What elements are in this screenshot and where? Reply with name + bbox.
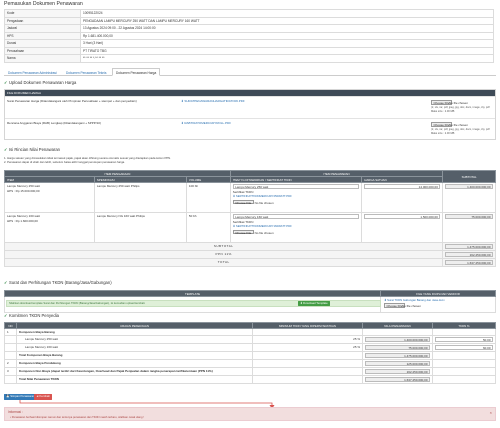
alert-title: Informasi : xyxy=(8,410,23,414)
page: Pemasukan Dokumen Penawaran Kode 10095122… xyxy=(0,0,500,428)
info-alert: Informasi : • Penawaran berhasil disimpa… xyxy=(4,407,496,421)
alert-message: • Penawaran berhasil disimpan namun dan … xyxy=(10,416,145,419)
pointer-arrow xyxy=(19,400,275,409)
close-icon[interactable]: × xyxy=(490,410,492,415)
